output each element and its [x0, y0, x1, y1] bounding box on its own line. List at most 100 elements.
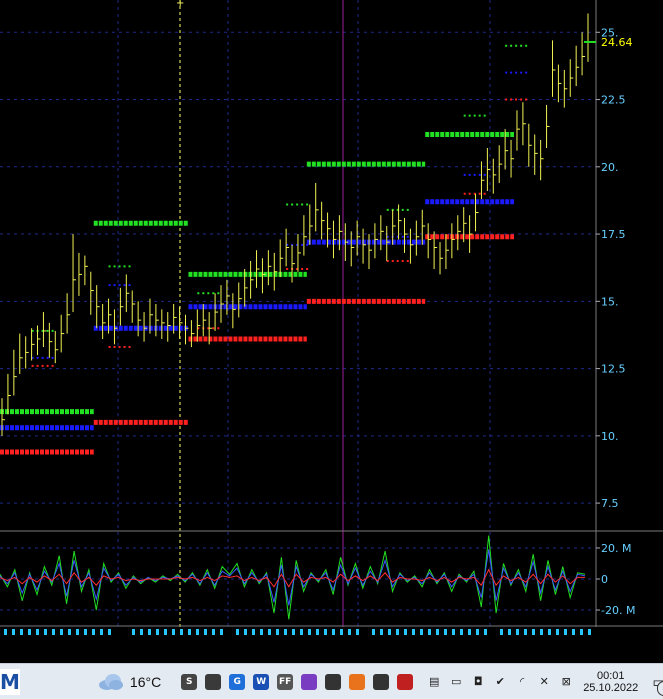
- price-tick-label: 22.5: [601, 94, 626, 107]
- ff-app-icon[interactable]: FF: [277, 673, 294, 690]
- time-tick-block: [92, 629, 95, 635]
- app-letter: G: [233, 676, 241, 687]
- app-letter: FF: [279, 676, 292, 687]
- time-tick-block: [356, 629, 359, 635]
- notification-count-badge: 5: [657, 680, 663, 696]
- speaker-muted-icon[interactable]: [397, 673, 414, 690]
- time-tick-block: [412, 629, 415, 635]
- time-tick-block: [252, 629, 255, 635]
- time-tick-block: [524, 629, 527, 635]
- time-tick-block: [460, 629, 463, 635]
- time-tick-block: [4, 629, 7, 635]
- app-letter: S: [185, 676, 193, 687]
- time-tick-block: [532, 629, 535, 635]
- time-tick-block: [332, 629, 335, 635]
- document-icon[interactable]: ▤: [427, 675, 441, 689]
- time-tick-block: [404, 629, 407, 635]
- time-tick-block: [100, 629, 103, 635]
- time-tick-block: [204, 629, 207, 635]
- time-tick-block: [28, 629, 31, 635]
- time-tick-block: [260, 629, 263, 635]
- time-tick-block: [12, 629, 15, 635]
- g-app-icon[interactable]: G: [229, 673, 246, 690]
- wifi-icon[interactable]: ◜: [515, 675, 529, 689]
- clock-time: 00:01: [596, 669, 625, 682]
- search-icon[interactable]: [205, 673, 222, 690]
- time-tick-block: [60, 629, 63, 635]
- windows-taskbar: M 16°C S G W FF ▤ ▭ ◘ ✔ ◜ ✕ ⊠ 00:01 25.10.2022 ▭ …: [0, 663, 663, 699]
- taskbar-clock[interactable]: 00:01 25.10.2022: [583, 670, 638, 694]
- skype-icon[interactable]: S: [181, 673, 198, 690]
- time-tick-block: [180, 629, 183, 635]
- time-tick-block: [588, 629, 591, 635]
- time-tick-block: [212, 629, 215, 635]
- price-tick-label: 10.: [601, 430, 619, 443]
- osc-tick-label: -20. M: [601, 604, 635, 617]
- time-tick-block: [516, 629, 519, 635]
- time-tick-block: [388, 629, 391, 635]
- price-tick-label: 15.: [601, 295, 619, 308]
- notification-center-button[interactable]: ▭ 5: [652, 671, 663, 696]
- time-tick-block: [76, 629, 79, 635]
- time-tick-block: [308, 629, 311, 635]
- time-tick-block: [84, 629, 87, 635]
- system-tray: ▤ ▭ ◘ ✔ ◜ ✕ ⊠: [427, 675, 581, 689]
- time-tick-block: [52, 629, 55, 635]
- time-tick-block: [500, 629, 503, 635]
- time-tick-block: [428, 629, 431, 635]
- cloud-icon: [98, 673, 123, 690]
- time-tick-block: [452, 629, 455, 635]
- time-tick-block: [188, 629, 191, 635]
- lock-icon[interactable]: ⊠: [559, 675, 573, 689]
- time-tick-block: [20, 629, 23, 635]
- camera-icon[interactable]: ◘: [471, 675, 485, 689]
- time-tick-block: [548, 629, 551, 635]
- time-tick-block: [268, 629, 271, 635]
- time-tick-block: [380, 629, 383, 635]
- screen-capture-icon[interactable]: [325, 673, 342, 690]
- time-tick-block: [164, 629, 167, 635]
- vpn-icon[interactable]: [373, 673, 390, 690]
- time-tick-block: [484, 629, 487, 635]
- price-tick-label: 7.5: [601, 497, 619, 510]
- time-tick-block: [276, 629, 279, 635]
- taskbar-apps: S G W FF: [181, 673, 421, 690]
- time-tick-block: [148, 629, 151, 635]
- time-tick-block: [68, 629, 71, 635]
- weather-temperature: 16°C: [129, 673, 162, 690]
- feather-icon[interactable]: [301, 673, 318, 690]
- volume-muted-icon[interactable]: ✕: [537, 675, 551, 689]
- app-letter: W: [256, 676, 267, 687]
- time-tick-block: [132, 629, 135, 635]
- time-tick-block: [236, 629, 239, 635]
- time-tick-block: [340, 629, 343, 635]
- time-tick-block: [108, 629, 111, 635]
- time-tick-block: [572, 629, 575, 635]
- price-tick-label: 12.5: [601, 363, 626, 376]
- time-tick-block: [396, 629, 399, 635]
- time-tick-block: [420, 629, 423, 635]
- price-tick-label: 20.: [601, 161, 619, 174]
- cursor-marker: +: [176, 0, 184, 9]
- time-tick-block: [508, 629, 511, 635]
- time-tick-block: [300, 629, 303, 635]
- time-tick-block: [284, 629, 287, 635]
- time-tick-block: [220, 629, 223, 635]
- weather-widget[interactable]: 16°C: [98, 673, 161, 691]
- shield-check-icon[interactable]: ✔: [493, 675, 507, 689]
- clock-date: 25.10.2022: [583, 681, 639, 694]
- vlc-icon[interactable]: [349, 673, 366, 690]
- time-tick-block: [140, 629, 143, 635]
- time-tick-block: [36, 629, 39, 635]
- time-tick-block: [196, 629, 199, 635]
- time-tick-block: [292, 629, 295, 635]
- battery-icon[interactable]: ▭: [449, 675, 463, 689]
- time-tick-block: [324, 629, 327, 635]
- chart-area[interactable]: 7.510.12.515.17.520.22.525.+24.64 20. M0…: [0, 0, 663, 663]
- time-tick-block: [444, 629, 447, 635]
- w-app-icon[interactable]: W: [253, 673, 270, 690]
- price-tick-label: 17.5: [601, 228, 626, 241]
- time-tick-block: [316, 629, 319, 635]
- taskbar-app-m-icon[interactable]: M: [0, 668, 20, 695]
- time-tick-block: [156, 629, 159, 635]
